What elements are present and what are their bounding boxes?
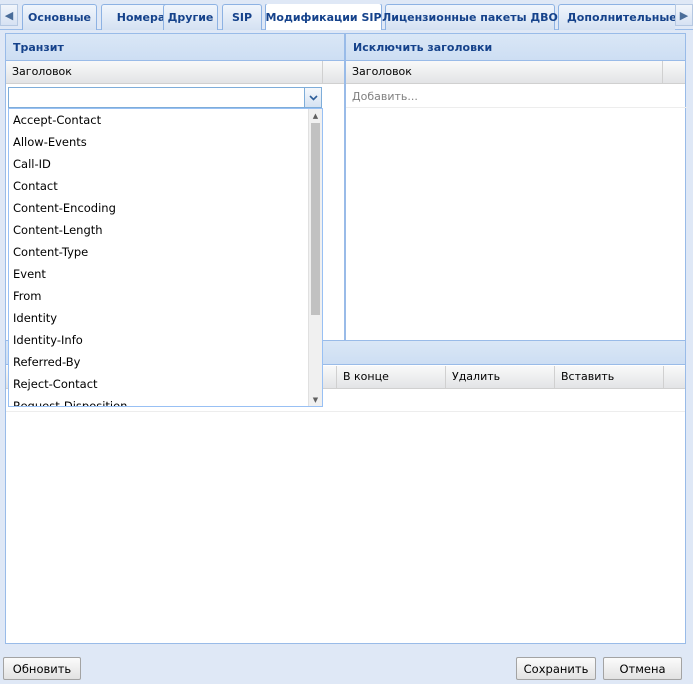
scrollbar-thumb[interactable] [311,123,320,315]
dropdown-item[interactable]: Request-Disposition [9,395,309,406]
dropdown-item[interactable]: Referred-By [9,351,309,373]
refresh-button[interactable]: Обновить [3,657,81,680]
transit-header-combo-trigger[interactable] [305,87,322,108]
tab-strip: ◀ Основные Номера Другие SIP Модификации… [0,0,693,30]
chevron-down-icon [308,94,318,101]
dropdown-scrollbar[interactable]: ▲ ▼ [308,109,322,406]
dropdown-item[interactable]: Content-Type [9,241,309,263]
exclude-grid-header: Заголовок [346,61,685,84]
column-insert[interactable]: Вставить [555,366,664,388]
transit-column-spacer [323,61,344,83]
dropdown-item[interactable]: Reject-Contact [9,373,309,395]
dropdown-item[interactable]: Call-ID [9,153,309,175]
tab-additional[interactable]: Дополнительные у [558,4,675,30]
tab-sip-modifications[interactable]: Модификации SIP [265,4,382,30]
exclude-column-header[interactable]: Заголовок [346,61,663,83]
transit-grid-header: Заголовок [6,61,344,84]
exclude-headers-panel-title: Исключить заголовки [346,34,685,61]
tab-sip[interactable]: SIP [222,4,262,30]
transit-column-header[interactable]: Заголовок [6,61,323,83]
tab-license-packages[interactable]: Лицензионные пакеты ДВО [382,4,558,30]
tab-basic[interactable]: Основные [22,4,97,30]
exclude-add-row[interactable]: Добавить... [346,87,687,108]
dropdown-item[interactable]: Content-Encoding [9,197,309,219]
modifications-column-spacer [664,366,685,388]
dropdown-item[interactable]: From [9,285,309,307]
tab-list: Основные Номера Другие SIP Модификации S… [22,4,675,30]
transit-header-combo-input[interactable] [8,87,305,108]
tab-other[interactable]: Другие [163,4,218,30]
dropdown-item[interactable]: Accept-Contact [9,109,309,131]
tab-scroll-left-button[interactable]: ◀ [0,4,18,26]
transit-panel-title: Транзит [6,34,344,61]
chevron-right-icon: ▶ [679,8,689,22]
chevron-left-icon: ◀ [4,8,14,22]
scroll-up-icon[interactable]: ▲ [309,109,322,122]
dropdown-item[interactable]: Identity-Info [9,329,309,351]
dropdown-item[interactable]: Content-Length [9,219,309,241]
save-button[interactable]: Сохранить [516,657,596,680]
sip-settings-window: ◀ Основные Номера Другие SIP Модификации… [0,0,693,684]
dropdown-item[interactable]: Contact [9,175,309,197]
dropdown-item[interactable]: Identity [9,307,309,329]
header-dropdown-list: Accept-Contact Allow-Events Call-ID Cont… [8,108,323,407]
exclude-column-spacer [663,61,685,83]
column-delete[interactable]: Удалить [446,366,555,388]
cancel-button[interactable]: Отмена [603,657,682,680]
dropdown-item[interactable]: Event [9,263,309,285]
dropdown-item[interactable]: Allow-Events [9,131,309,153]
scroll-down-icon[interactable]: ▼ [309,393,322,406]
column-at-end[interactable]: В конце [337,366,446,388]
tab-scroll-right-button[interactable]: ▶ [675,4,693,26]
